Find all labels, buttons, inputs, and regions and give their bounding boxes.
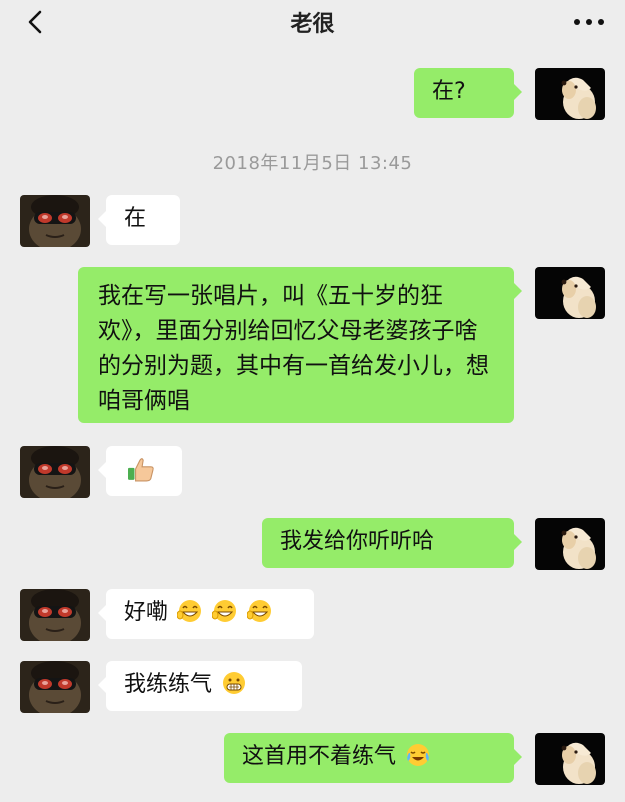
message-text: 在 [124, 206, 147, 231]
grimace-emoji-icon [223, 672, 246, 694]
laughing-crying-emoji-icon [407, 744, 430, 766]
grin-laugh-emoji-icon [212, 600, 237, 622]
ellipsis-icon[interactable] [571, 10, 607, 34]
message-bubble-outgoing[interactable]: 我发给你听听哈 [262, 518, 522, 568]
message-text: 在? [432, 79, 466, 104]
message-bubble-outgoing[interactable]: 在? [414, 68, 522, 118]
chat-title: 老很 [290, 12, 335, 37]
contact-avatar[interactable] [20, 195, 90, 247]
contact-avatar[interactable] [20, 661, 90, 713]
thumbs-up-emoji-icon [128, 458, 154, 482]
grin-laugh-emoji-icon [247, 600, 272, 622]
self-avatar[interactable] [535, 733, 605, 785]
grin-laugh-emoji-icon [177, 600, 202, 622]
message-text: 我练练气 [124, 672, 213, 697]
chat-header: 老很 [0, 0, 625, 44]
self-avatar[interactable] [535, 518, 605, 570]
self-avatar[interactable] [535, 68, 605, 120]
message-text: 我在写一张唱片，叫《五十岁的狂欢》，里面分别给回忆父母老婆孩子啥的分别为题，其中… [98, 283, 489, 414]
message-bubble-outgoing[interactable]: 我在写一张唱片，叫《五十岁的狂欢》，里面分别给回忆父母老婆孩子啥的分别为题，其中… [78, 267, 522, 423]
message-bubble-incoming[interactable]: 在 [98, 195, 180, 245]
message-bubble-outgoing[interactable]: 这首用不着练气 [224, 733, 522, 783]
message-bubble-incoming[interactable]: 好嘞 [98, 589, 314, 639]
message-bubble-incoming[interactable] [98, 446, 182, 496]
contact-avatar[interactable] [20, 446, 90, 498]
chat-timestamp: 2018年11月5日 13:45 [212, 153, 413, 174]
message-text: 好嘞 [124, 600, 169, 625]
message-text: 我发给你听听哈 [280, 529, 435, 554]
contact-avatar[interactable] [20, 589, 90, 641]
message-bubble-incoming[interactable]: 我练练气 [98, 661, 302, 711]
self-avatar[interactable] [535, 267, 605, 319]
message-text: 这首用不着练气 [242, 744, 397, 769]
